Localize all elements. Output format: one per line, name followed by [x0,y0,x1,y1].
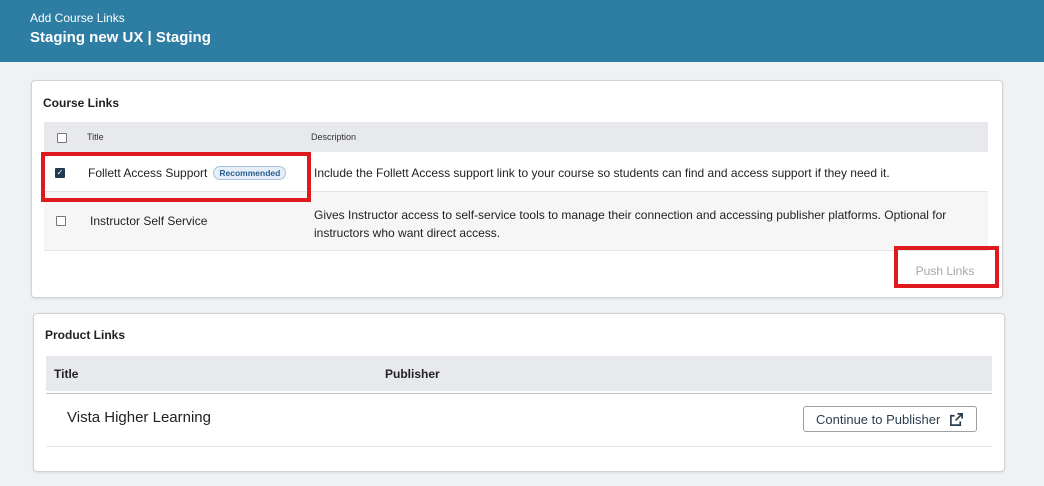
row-title-text: Instructor Self Service [90,214,208,228]
product-links-title: Product Links [45,328,126,342]
course-links-table-header: Title Description [44,122,988,152]
column-header-description: Description [311,132,357,142]
row-description: Include the Follett Access support link … [314,166,890,180]
continue-to-publisher-label: Continue to Publisher [816,412,941,427]
highlight-box-row [41,152,311,202]
course-links-card: Course Links Title Description ✓ Follett… [31,80,1003,298]
column-header-publisher: Publisher [385,367,440,381]
highlight-box-push [894,246,999,288]
row-description-line2: instructors who want direct access. [314,226,501,240]
column-header-title: Title [54,367,79,381]
header-title: Staging new UX | Staging [30,29,211,46]
row-description-line1: Gives Instructor access to self-service … [314,208,947,222]
product-links-card: Product Links Title Publisher Vista High… [33,313,1005,472]
external-link-icon [949,412,964,430]
row-description: Gives Instructor access to self-service … [314,206,946,242]
table-row: Vista Higher Learning Continue to Publis… [46,393,992,447]
product-title: Vista Higher Learning [67,409,211,426]
continue-to-publisher-button[interactable]: Continue to Publisher [803,406,977,432]
product-links-table-header: Title Publisher [46,356,992,391]
app-header: Add Course Links Staging new UX | Stagin… [0,0,1044,62]
row-checkbox-instructor-self-service[interactable] [56,216,66,226]
column-header-title: Title [87,132,104,142]
header-subtitle: Add Course Links [30,11,125,25]
select-all-checkbox[interactable] [57,133,67,143]
course-links-title: Course Links [43,96,120,110]
